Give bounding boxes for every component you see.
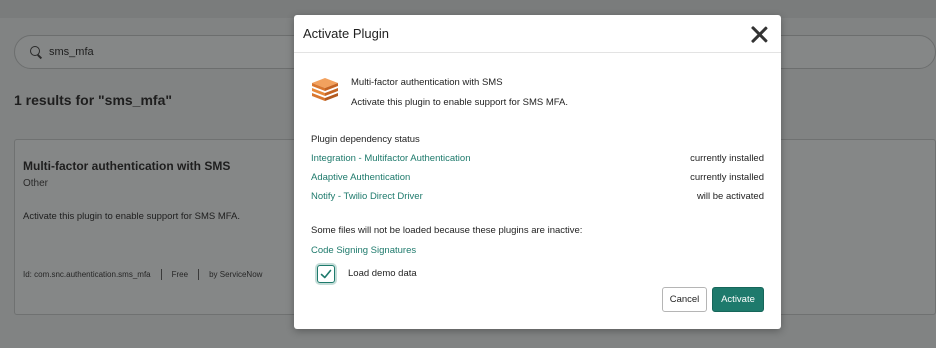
dependency-status: will be activated bbox=[696, 191, 764, 202]
activate-plugin-dialog: Activate Plugin Multi-factor authenticat… bbox=[294, 15, 781, 329]
checkmark-icon bbox=[320, 269, 332, 279]
meta-divider bbox=[160, 269, 162, 280]
card-title[interactable]: Multi-factor authentication with SMS bbox=[23, 159, 230, 173]
dialog-title: Activate Plugin bbox=[303, 26, 389, 41]
inactive-plugins-note: Some files will not be loaded because th… bbox=[311, 225, 583, 236]
dependency-status-title: Plugin dependency status bbox=[311, 134, 420, 145]
dependency-status: currently installed bbox=[690, 153, 764, 164]
card-category: Other bbox=[23, 178, 49, 189]
card-description: Activate this plugin to enable support f… bbox=[23, 211, 241, 222]
search-value: sms_mfa bbox=[49, 46, 94, 58]
plugin-name: Multi-factor authentication with SMS bbox=[351, 77, 503, 88]
cancel-button[interactable]: Cancel bbox=[662, 287, 707, 312]
dependency-link[interactable]: Notify - Twilio Direct Driver bbox=[311, 191, 423, 202]
dependency-link[interactable]: Adaptive Authentication bbox=[311, 172, 410, 183]
load-demo-data-checkbox[interactable] bbox=[317, 265, 335, 283]
card-meta-price: Free bbox=[171, 270, 189, 279]
plugin-description: Activate this plugin to enable support f… bbox=[351, 97, 569, 108]
activate-button[interactable]: Activate bbox=[712, 287, 764, 312]
card-meta: Id: com.snc.authentication.sms_mfa Free … bbox=[23, 269, 262, 280]
meta-divider bbox=[198, 269, 200, 280]
plugin-stack-icon bbox=[312, 78, 338, 101]
results-title: 1 results for "sms_mfa" bbox=[14, 92, 173, 108]
inactive-plugin-link[interactable]: Code Signing Signatures bbox=[311, 245, 416, 256]
card-meta-id: Id: com.snc.authentication.sms_mfa bbox=[23, 270, 151, 279]
dependency-status: currently installed bbox=[690, 172, 764, 183]
card-meta-vendor: by ServiceNow bbox=[209, 270, 263, 279]
search-icon bbox=[29, 45, 43, 59]
close-icon[interactable] bbox=[750, 25, 768, 43]
dialog-header: Activate Plugin bbox=[294, 15, 781, 53]
load-demo-data-label: Load demo data bbox=[348, 268, 417, 279]
dependency-link[interactable]: Integration - Multifactor Authentication bbox=[311, 153, 470, 164]
